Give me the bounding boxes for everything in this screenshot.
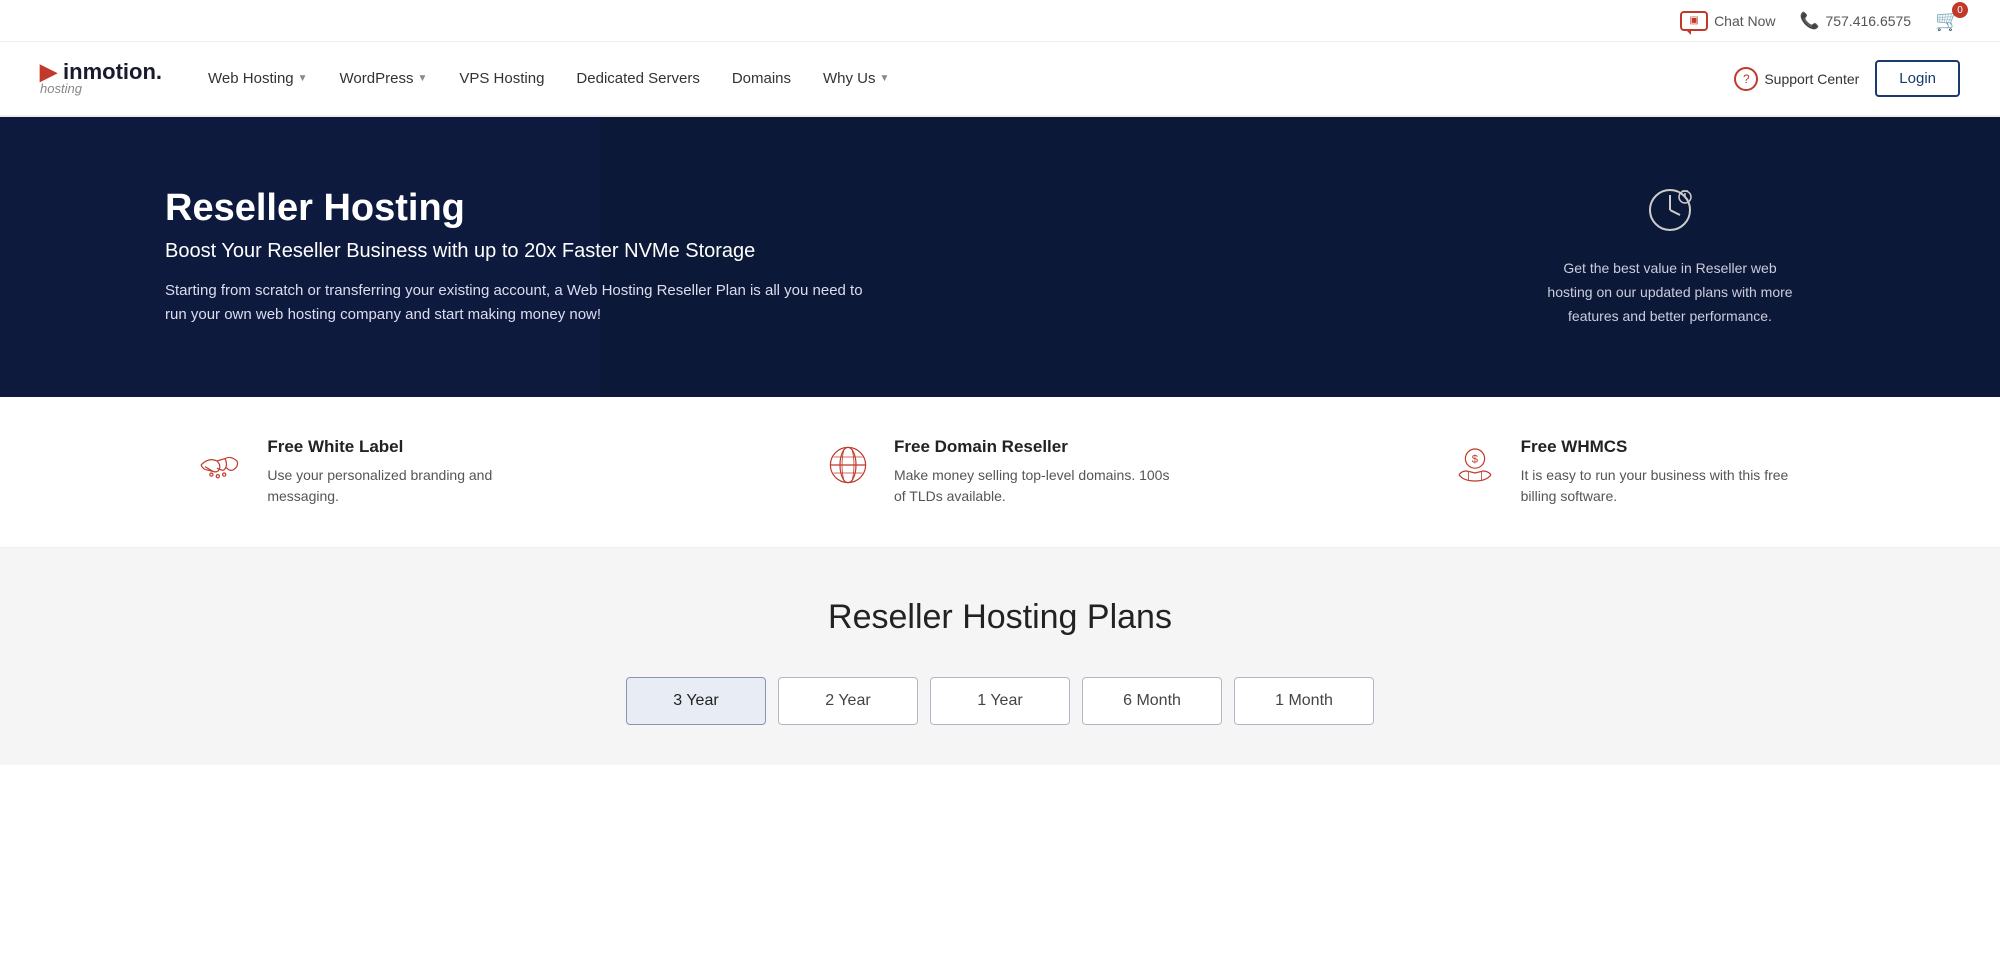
nav-items: Web Hosting ▼ WordPress ▼ VPS Hosting De…	[192, 42, 1734, 115]
nav-domains[interactable]: Domains	[716, 42, 807, 115]
feature-desc: It is easy to run your business with thi…	[1521, 465, 1807, 507]
hero-content-area: Reseller Hosting Boost Your Reseller Bus…	[0, 117, 2000, 397]
dollar-hand-icon: $	[1447, 437, 1503, 493]
plans-section: Reseller Hosting Plans 3 Year 2 Year 1 Y…	[0, 548, 2000, 765]
plan-tab-1month[interactable]: 1 Month	[1234, 677, 1374, 725]
feature-domain-reseller: Free Domain Reseller Make money selling …	[820, 437, 1180, 507]
feature-white-label: Free White Label Use your personalized b…	[193, 437, 553, 507]
chat-now-button[interactable]: ▣ Chat Now	[1680, 11, 1775, 31]
logo[interactable]: ▶ inmotion. hosting	[40, 49, 162, 108]
feature-title: Free WHMCS	[1521, 437, 1807, 457]
support-icon: ?	[1734, 67, 1758, 91]
feature-title: Free Domain Reseller	[894, 437, 1180, 457]
feature-whmcs: $ Free WHMCS It is easy to run your busi…	[1447, 437, 1807, 507]
hero-right-description: Get the best value in Reseller web hosti…	[1540, 257, 1800, 328]
nav-why-us[interactable]: Why Us ▼	[807, 42, 905, 115]
plans-title: Reseller Hosting Plans	[40, 598, 1960, 637]
top-bar: ▣ Chat Now 📞 757.416.6575 🛒 0	[0, 0, 2000, 42]
plan-tab-2year[interactable]: 2 Year	[778, 677, 918, 725]
hero-text-block: Reseller Hosting Boost Your Reseller Bus…	[165, 187, 865, 327]
feature-domain-reseller-text: Free Domain Reseller Make money selling …	[894, 437, 1180, 507]
feature-desc: Use your personalized branding and messa…	[267, 465, 553, 507]
nav-vps-hosting[interactable]: VPS Hosting	[443, 42, 560, 115]
nav-wordpress[interactable]: WordPress ▼	[324, 42, 444, 115]
feature-whmcs-text: Free WHMCS It is easy to run your busine…	[1521, 437, 1807, 507]
feature-desc: Make money selling top-level domains. 10…	[894, 465, 1180, 507]
phone-button[interactable]: 📞 757.416.6575	[1800, 11, 1912, 31]
cart-button[interactable]: 🛒 0	[1935, 8, 1960, 33]
globe-icon	[820, 437, 876, 493]
plan-tab-6month[interactable]: 6 Month	[1082, 677, 1222, 725]
hero-title: Reseller Hosting	[165, 187, 865, 230]
plan-tab-3year[interactable]: 3 Year	[626, 677, 766, 725]
hero-value-prop: Get the best value in Reseller web hosti…	[1540, 185, 1800, 328]
feature-white-label-text: Free White Label Use your personalized b…	[267, 437, 553, 507]
chat-label: Chat Now	[1714, 13, 1775, 29]
hero-subtitle: Boost Your Reseller Business with up to …	[165, 240, 865, 263]
handshake-icon	[193, 437, 249, 493]
nav-dedicated-servers[interactable]: Dedicated Servers	[560, 42, 715, 115]
login-button[interactable]: Login	[1875, 60, 1960, 97]
hero-description: Starting from scratch or transferring yo…	[165, 279, 865, 327]
chat-icon: ▣	[1680, 11, 1708, 31]
svg-text:$: $	[1471, 454, 1478, 466]
plans-tabs: 3 Year 2 Year 1 Year 6 Month 1 Month	[40, 677, 1960, 725]
phone-icon: 📞	[1800, 11, 1820, 31]
main-nav: ▶ inmotion. hosting Web Hosting ▼ WordPr…	[0, 42, 2000, 117]
nav-right: ? Support Center Login	[1734, 60, 1960, 97]
nav-web-hosting[interactable]: Web Hosting ▼	[192, 42, 324, 115]
clock-icon	[1540, 185, 1800, 245]
hero-section: Reseller Hosting Boost Your Reseller Bus…	[0, 117, 2000, 397]
support-center-link[interactable]: ? Support Center	[1734, 67, 1859, 91]
chevron-down-icon: ▼	[298, 73, 308, 84]
phone-number: 757.416.6575	[1825, 13, 1911, 29]
feature-title: Free White Label	[267, 437, 553, 457]
features-strip: Free White Label Use your personalized b…	[0, 397, 2000, 548]
cart-badge: 0	[1952, 2, 1968, 18]
chevron-down-icon: ▼	[417, 73, 427, 84]
support-label: Support Center	[1764, 71, 1859, 87]
plan-tab-1year[interactable]: 1 Year	[930, 677, 1070, 725]
chevron-down-icon: ▼	[880, 73, 890, 84]
